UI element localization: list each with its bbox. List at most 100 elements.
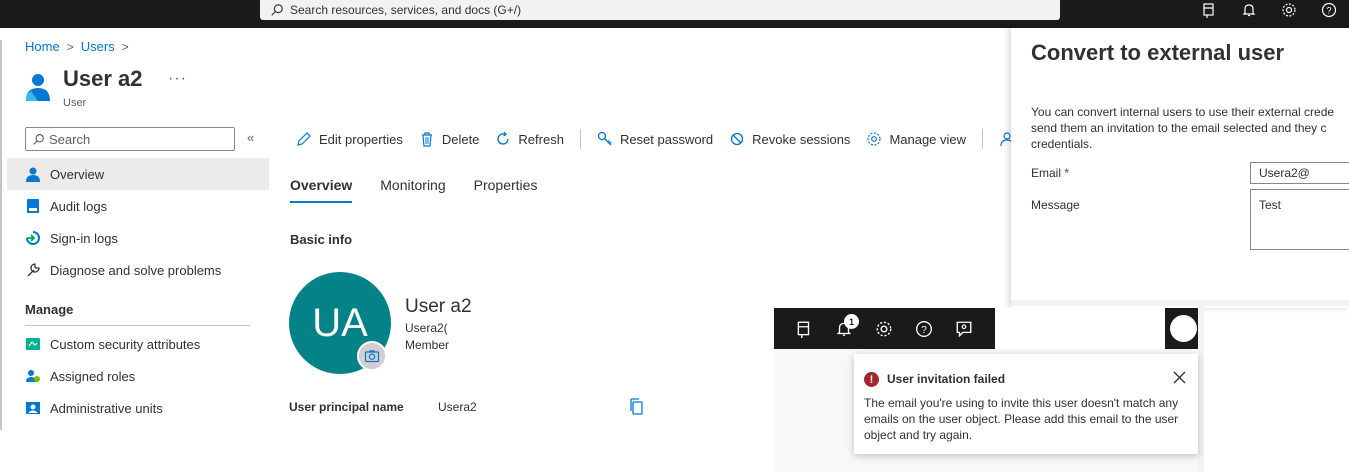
popup-top-bar: 1 ? [774, 308, 1198, 349]
more-options-button[interactable]: ··· [168, 70, 187, 88]
panel-title: Convert to external user [1031, 40, 1285, 65]
email-label: Email * [1031, 166, 1069, 180]
delete-label: Delete [441, 131, 480, 147]
key-icon [597, 131, 612, 146]
sidebar-item-audit-logs[interactable]: Audit logs [7, 190, 269, 222]
gear-icon [1282, 3, 1296, 17]
panel-description-line: credentials. [1031, 137, 1093, 151]
sidebar-search-placeholder: Search [49, 131, 91, 147]
sidebar-item-label: Assigned roles [50, 368, 136, 384]
breadcrumb: Home > Users > [25, 39, 136, 54]
edit-properties-label: Edit properties [319, 131, 403, 147]
global-search-input[interactable]: Search resources, services, and docs (G+… [260, 0, 1060, 20]
error-notification-toast: ! User invitation failed The email you'r… [854, 354, 1198, 454]
block-icon [731, 132, 744, 146]
breadcrumb-users[interactable]: Users [81, 39, 115, 54]
sidebar-item-label: Overview [50, 166, 105, 182]
window-edge [0, 40, 2, 430]
tab-properties[interactable]: Properties [474, 177, 538, 203]
email-label-text: Email [1031, 166, 1062, 180]
collapse-sidebar-button[interactable]: « [247, 130, 254, 145]
sidebar-manage-nav: Custom security attributes Assigned role… [7, 328, 269, 424]
tab-bar: Overview Monitoring Properties [290, 177, 565, 203]
sidebar-item-custom-security-attributes[interactable]: Custom security attributes [7, 328, 269, 360]
manage-view-label: Manage view [889, 131, 967, 147]
feedback-button[interactable] [1189, 0, 1229, 20]
avatar-initials: UA [312, 300, 368, 345]
sidebar-section-manage: Manage [25, 302, 74, 317]
popup-frame [1011, 300, 1349, 306]
top-bar: Search resources, services, and docs (G+… [0, 0, 1349, 28]
upn-label: User principal name [289, 400, 404, 414]
security-attributes-icon [25, 336, 41, 352]
help-button[interactable]: ? [1309, 0, 1349, 20]
sidebar-item-label: Administrative units [50, 400, 163, 416]
sidebar-item-assigned-roles[interactable]: Assigned roles [7, 360, 269, 392]
divider [25, 325, 250, 326]
search-icon [33, 133, 44, 145]
message-field[interactable]: Test [1250, 189, 1349, 250]
sidebar-item-label: Custom security attributes [50, 336, 201, 352]
upn-value: Usera2 [438, 400, 477, 414]
bell-icon [1242, 4, 1256, 17]
toast-message: The email you're using to invite this us… [864, 396, 1179, 442]
sidebar-item-label: Sign-in logs [50, 230, 118, 246]
user-icon [26, 74, 50, 101]
sidebar-item-sign-in-logs[interactable]: Sign-in logs [7, 222, 269, 254]
sidebar-item-overview[interactable]: Overview [7, 158, 269, 190]
manage-view-button[interactable]: Manage view [866, 131, 966, 147]
toolbar-divider [982, 129, 984, 149]
assigned-roles-icon [25, 368, 41, 384]
change-photo-button[interactable] [357, 341, 387, 371]
sidebar-item-administrative-units[interactable]: Administrative units [7, 392, 269, 424]
pencil-icon [297, 132, 311, 146]
sidebar-item-diagnose[interactable]: Diagnose and solve problems [7, 254, 269, 286]
copy-icon[interactable] [629, 398, 645, 415]
breadcrumb-home[interactable]: Home [25, 39, 60, 54]
profile-upn: Usera2( [405, 321, 448, 335]
settings-button[interactable] [1269, 0, 1309, 20]
search-icon [271, 4, 283, 16]
chat-feedback-icon[interactable] [955, 320, 973, 338]
close-icon[interactable] [1172, 370, 1187, 385]
svg-text:?: ? [1326, 6, 1331, 16]
sidebar-item-label: Audit logs [50, 198, 108, 214]
tab-overview[interactable]: Overview [290, 177, 353, 203]
feedback-icon[interactable] [795, 320, 813, 338]
email-field[interactable]: Usera2@ [1250, 162, 1349, 184]
page-subtitle: User [63, 97, 87, 109]
tab-monitoring[interactable]: Monitoring [380, 177, 445, 203]
help-icon[interactable]: ? [915, 320, 933, 338]
sidebar-item-label: Diagnose and solve problems [50, 262, 222, 278]
refresh-button[interactable]: Refresh [495, 131, 564, 147]
sidebar-search-input[interactable]: Search [25, 127, 235, 151]
trash-icon [421, 132, 432, 147]
profile-user-type: Member [405, 338, 450, 352]
reset-password-label: Reset password [619, 131, 714, 147]
panel-description-line: You can convert internal users to use th… [1031, 105, 1335, 119]
gear-icon[interactable] [875, 320, 893, 338]
message-label: Message [1031, 198, 1080, 212]
revoke-sessions-label: Revoke sessions [752, 131, 851, 147]
reset-password-button[interactable]: Reset password [597, 131, 713, 147]
user-icon [25, 166, 41, 182]
panel-description-line: send them an invitation to the email sel… [1031, 121, 1327, 135]
admin-units-icon [25, 400, 41, 416]
notifications-button[interactable] [1229, 0, 1269, 20]
revoke-sessions-button[interactable]: Revoke sessions [729, 131, 850, 147]
account-avatar[interactable] [1170, 315, 1197, 342]
account-info-area[interactable] [995, 308, 1165, 349]
toolbar-divider [579, 129, 581, 149]
notification-count-badge: 1 [844, 314, 859, 329]
panel-description: You can convert internal users to use th… [1031, 104, 1349, 152]
chevron-right-icon: > [121, 39, 129, 54]
popup-frame [1198, 304, 1204, 472]
edit-properties-button[interactable]: Edit properties [296, 131, 403, 147]
sign-in-icon [25, 230, 41, 246]
camera-icon [364, 350, 380, 363]
convert-external-user-panel: Convert to external user You can convert… [1011, 28, 1349, 308]
feedback-icon [1203, 3, 1214, 18]
error-icon: ! [864, 372, 879, 387]
delete-button[interactable]: Delete [419, 131, 480, 147]
global-search-placeholder: Search resources, services, and docs (G+… [290, 3, 522, 17]
